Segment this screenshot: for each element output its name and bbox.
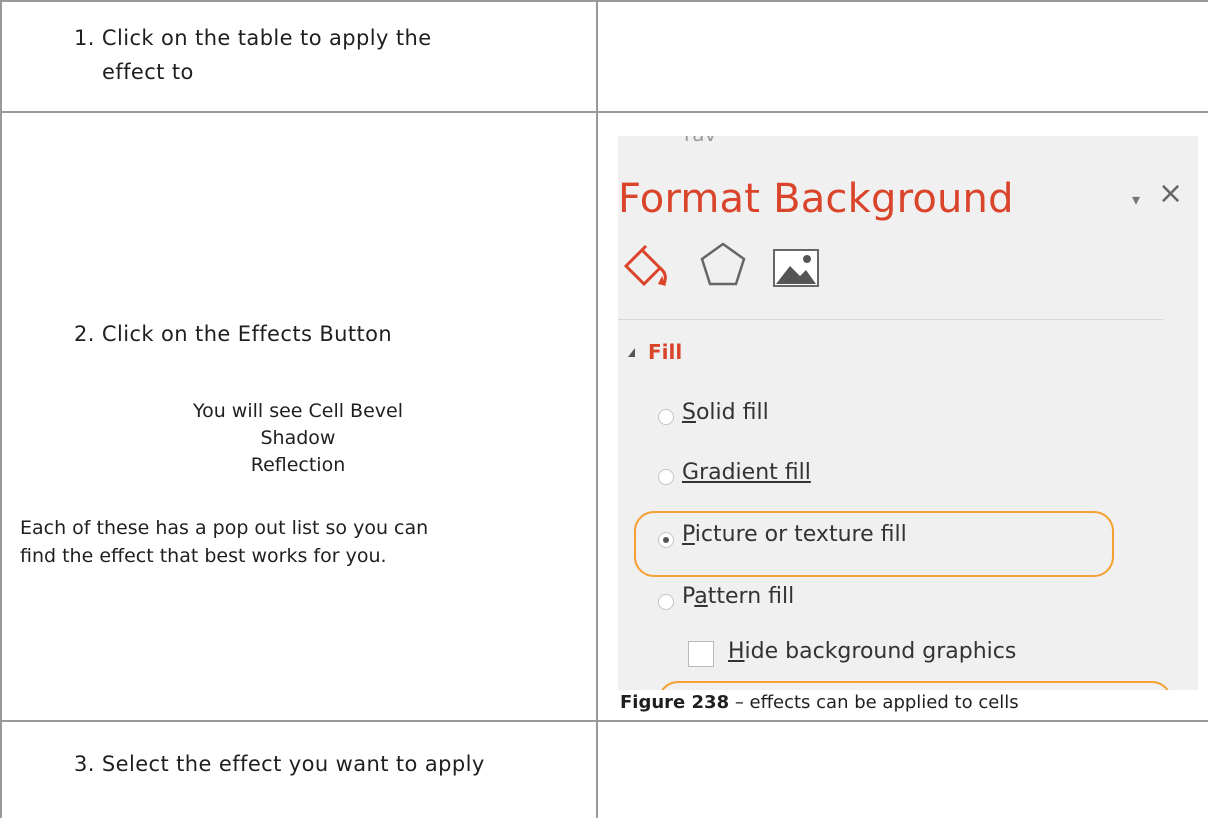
pentagon-icon[interactable] — [698, 240, 748, 290]
collapse-triangle-icon[interactable] — [628, 348, 635, 357]
pop-out-description-line2: find the effect that best works for you. — [20, 545, 387, 567]
hide-background-checkbox[interactable] — [688, 641, 714, 667]
cropped-text: rav — [684, 136, 716, 146]
table-border-middle — [596, 0, 598, 818]
figure-caption-text: – effects can be applied to cells — [729, 692, 1019, 713]
gradient-fill-text: radient fill — [699, 460, 811, 485]
gradient-fill-label[interactable]: Gradient fill — [682, 460, 811, 485]
effects-list-reflection: Reflection — [250, 454, 346, 476]
hide-background-accesskey: H — [728, 639, 745, 664]
solid-fill-text: olid fill — [695, 400, 769, 425]
figure-label: Figure 238 — [620, 692, 730, 713]
step-1-line2: effect to — [102, 60, 194, 84]
pop-out-description: Each of these has a pop out list so you … — [20, 514, 580, 570]
step-3: 3. Select the effect you want to apply — [74, 752, 485, 776]
pattern-fill-text: ttern fill — [707, 584, 795, 609]
pattern-fill-radio[interactable] — [658, 594, 674, 610]
paint-bucket-icon[interactable] — [622, 244, 672, 290]
hide-background-text: ide background graphics — [744, 639, 1017, 664]
effects-list-shadow: Shadow — [260, 427, 336, 449]
pane-options-icon[interactable]: ▾ — [1132, 190, 1140, 209]
table-border-row1 — [0, 111, 1208, 113]
effects-list-cell-bevel: You will see Cell Bevel — [192, 400, 403, 422]
figure-caption: Figure 238 – effects can be applied to c… — [620, 692, 1019, 713]
picture-fill-radio[interactable] — [658, 532, 674, 548]
pattern-fill-text-pre: P — [682, 584, 695, 609]
solid-fill-label[interactable]: Solid fill — [682, 400, 769, 425]
pattern-fill-accesskey: a — [694, 584, 708, 609]
pattern-fill-label[interactable]: Pattern fill — [682, 584, 794, 609]
picture-icon[interactable] — [772, 248, 820, 288]
fill-section-header[interactable]: Fill — [648, 340, 682, 364]
picture-fill-label[interactable]: Picture or texture fill — [682, 522, 907, 547]
hide-background-label[interactable]: Hide background graphics — [728, 639, 1016, 664]
highlight-ring-partial — [658, 681, 1172, 690]
solid-fill-radio[interactable] — [658, 409, 674, 425]
tab-separator — [618, 319, 1163, 320]
panel-title: Format Background — [618, 176, 1014, 222]
step-1-line1: 1. Click on the table to apply the — [74, 26, 432, 50]
close-icon[interactable]: × — [1158, 176, 1183, 211]
gradient-fill-accesskey: G — [682, 460, 700, 485]
format-background-screenshot: rav Format Background ▾ × Fill Solid fil… — [618, 136, 1198, 690]
effects-list: You will see Cell Bevel Shadow Reflectio… — [0, 398, 596, 479]
step-2: 2. Click on the Effects Button — [74, 322, 393, 346]
table-border-top — [0, 0, 1208, 2]
table-border-row2 — [0, 720, 1208, 722]
pop-out-description-line1: Each of these has a pop out list so you … — [20, 517, 429, 539]
gradient-fill-radio[interactable] — [658, 469, 674, 485]
solid-fill-accesskey: S — [682, 400, 696, 425]
picture-fill-text: icture or texture fill — [694, 522, 907, 547]
picture-fill-accesskey: P — [682, 522, 695, 547]
